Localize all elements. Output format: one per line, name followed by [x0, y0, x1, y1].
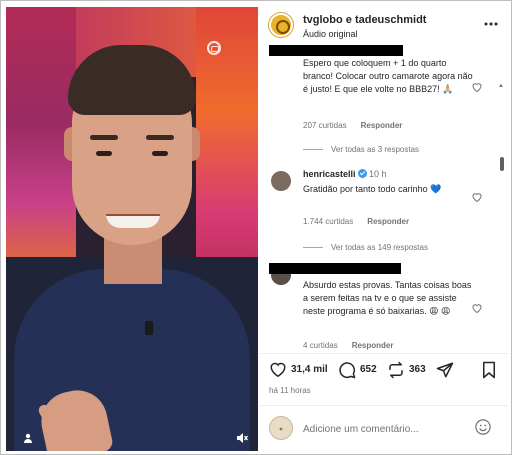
- comment-likes[interactable]: 207 curtidas: [303, 121, 347, 130]
- repost-icon[interactable]: [387, 361, 405, 379]
- comment-text: Gratidão por tanto todo carinho 💙: [303, 184, 442, 194]
- like-comment-heart-icon[interactable]: [471, 80, 483, 93]
- reply-button[interactable]: Responder: [367, 217, 409, 226]
- current-user-avatar: ◉: [269, 416, 293, 440]
- presenter-smile: [106, 214, 160, 228]
- audio-label[interactable]: Áudio original: [303, 29, 358, 39]
- author-avatar[interactable]: [269, 13, 293, 37]
- add-comment-input[interactable]: [303, 421, 473, 437]
- share-send-icon[interactable]: [436, 361, 454, 379]
- comment-count[interactable]: 652: [360, 364, 377, 375]
- presenter-eye-left: [96, 151, 112, 156]
- lapel-mic: [145, 321, 153, 335]
- like-comment-heart-icon[interactable]: [471, 301, 483, 314]
- comment-header: henricastelli 10 h: [303, 168, 473, 181]
- verified-badge-icon: [357, 169, 367, 178]
- like-comment-heart-icon[interactable]: [471, 190, 483, 203]
- globo-watermark-icon: [207, 41, 221, 55]
- comment-text: Espero que coloquem + 1 do quarto branco…: [303, 58, 473, 94]
- comment-bubble-icon[interactable]: [338, 361, 356, 379]
- reply-button[interactable]: Responder: [352, 341, 394, 350]
- divider: [259, 405, 508, 406]
- post-actions: 31,4 mil 652 363: [259, 357, 508, 381]
- comment-text: Absurdo estas provas. Tantas coisas boas…: [303, 280, 472, 316]
- comments-list: Espero que coloquem + 1 do quarto branco…: [259, 43, 508, 353]
- comment-likes[interactable]: 1.744 curtidas: [303, 217, 353, 226]
- reel-video[interactable]: [6, 7, 258, 451]
- save-bookmark-icon[interactable]: [481, 361, 497, 379]
- divider: [259, 353, 508, 354]
- comments-scrollbar[interactable]: [500, 157, 504, 171]
- muted-speaker-icon[interactable]: [235, 431, 249, 445]
- emoji-icon[interactable]: [474, 418, 492, 436]
- comment-likes[interactable]: 4 curtidas: [303, 341, 338, 350]
- view-replies-link[interactable]: Ver todas as 3 respostas: [303, 145, 419, 154]
- post-time[interactable]: há 11 horas: [269, 386, 311, 395]
- repost-count[interactable]: 363: [409, 364, 426, 375]
- presenter-brow-left: [90, 135, 118, 140]
- redacted-username: [269, 45, 403, 56]
- instagram-post-window: tvglobo e tadeuschmidt Áudio original Es…: [0, 0, 512, 455]
- comment-meta: 207 curtidas Responder: [303, 121, 402, 130]
- presenter-eye-right: [152, 151, 168, 156]
- author-names[interactable]: tvglobo e tadeuschmidt: [303, 14, 426, 26]
- view-replies-link[interactable]: Ver todas as 149 respostas: [303, 243, 428, 252]
- scroll-up-arrow-icon[interactable]: ▲: [498, 83, 504, 89]
- tagged-user-icon[interactable]: [22, 432, 34, 444]
- presenter-brow-right: [146, 135, 174, 140]
- more-horizontal-icon[interactable]: [483, 17, 499, 31]
- post-side-panel: tvglobo e tadeuschmidt Áudio original Es…: [259, 7, 508, 451]
- like-count[interactable]: 31,4 mil: [291, 364, 328, 375]
- comment-avatar[interactable]: [271, 171, 291, 191]
- comment-meta: 4 curtidas Responder: [303, 341, 393, 350]
- comment-meta: 1.744 curtidas Responder: [303, 217, 409, 226]
- comment-username[interactable]: henricastelli: [303, 169, 356, 179]
- redacted-username: [269, 263, 401, 274]
- studio-background-right: [196, 7, 258, 267]
- comment-time: 10 h: [369, 169, 387, 179]
- reply-button[interactable]: Responder: [361, 121, 403, 130]
- post-header: tvglobo e tadeuschmidt Áudio original: [259, 7, 508, 44]
- like-heart-icon[interactable]: [269, 361, 287, 379]
